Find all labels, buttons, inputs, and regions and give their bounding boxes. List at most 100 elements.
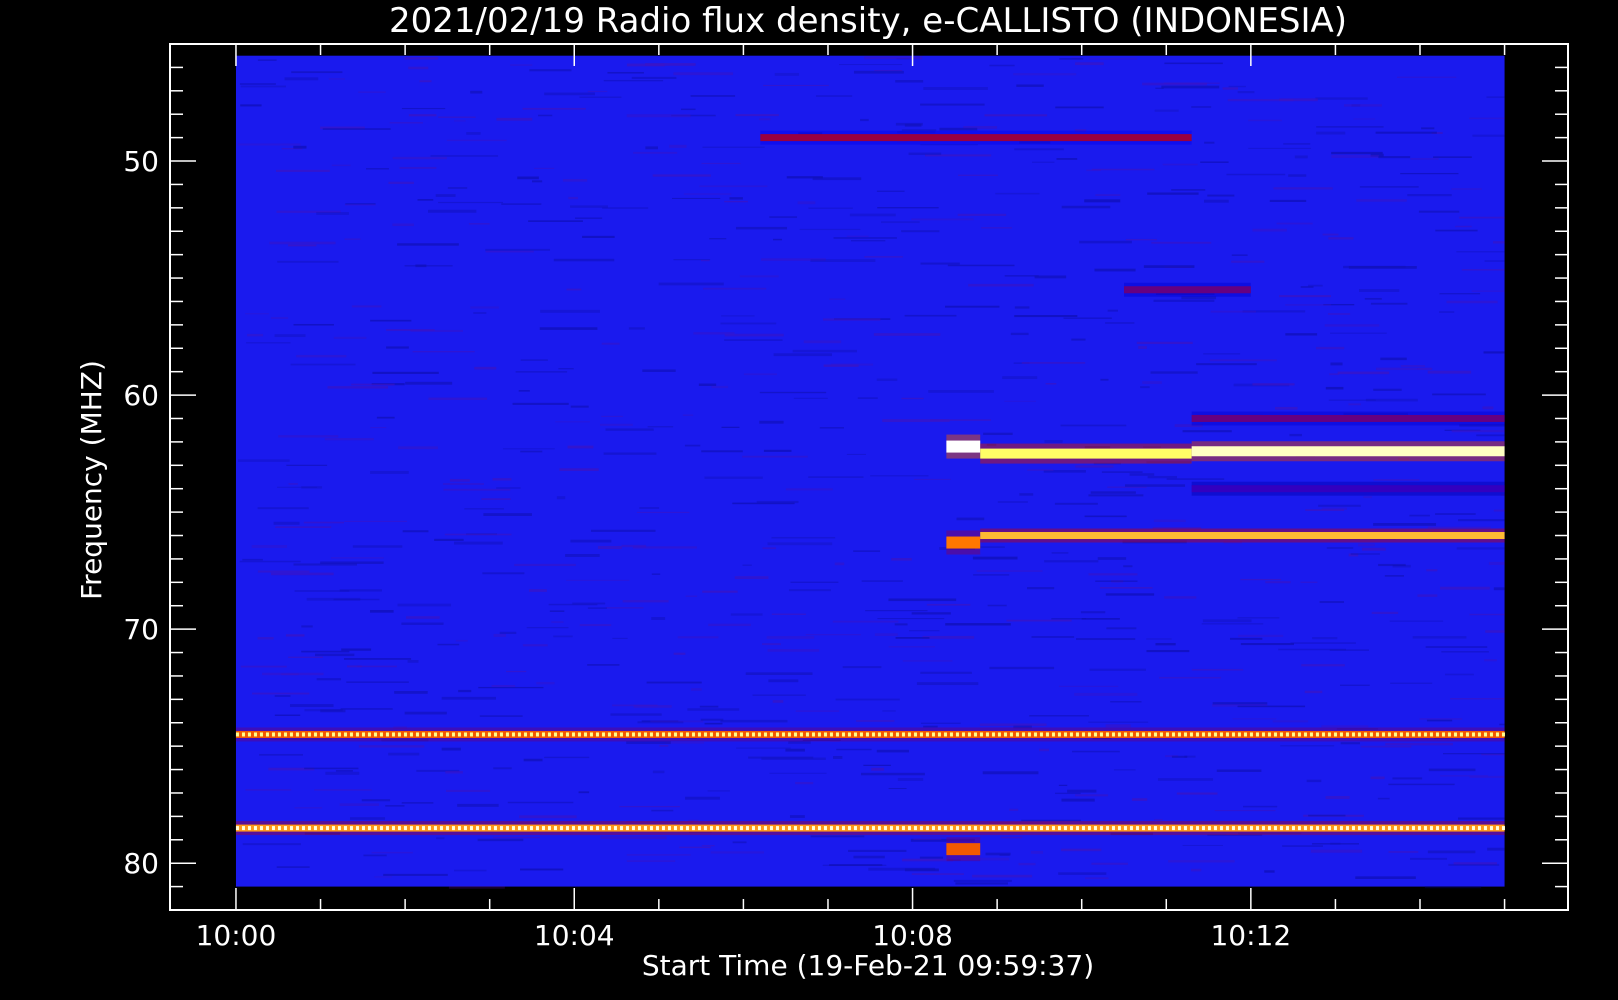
heatmap-noise-streak bbox=[514, 563, 576, 567]
heatmap-noise-streak bbox=[349, 817, 386, 820]
heatmap-noise-streak bbox=[808, 207, 853, 209]
feature-dot bbox=[1339, 826, 1343, 831]
heatmap-noise-streak bbox=[293, 145, 307, 149]
heatmap-noise-streak bbox=[1373, 388, 1402, 391]
feature-dot bbox=[385, 732, 389, 737]
heatmap-noise-streak bbox=[1407, 194, 1452, 197]
heatmap-noise-streak bbox=[1265, 581, 1291, 584]
heatmap-noise-streak bbox=[680, 108, 696, 111]
feature-dot bbox=[1381, 732, 1385, 737]
heatmap-noise-streak bbox=[1482, 406, 1494, 410]
heatmap-noise-streak bbox=[835, 698, 900, 701]
heatmap-noise-streak bbox=[399, 166, 437, 169]
heatmap-noise-streak bbox=[1051, 618, 1087, 620]
heatmap-noise-streak bbox=[1191, 106, 1212, 108]
heatmap-noise-streak bbox=[795, 710, 840, 712]
feature-dot bbox=[1267, 732, 1271, 737]
heatmap-noise-streak bbox=[1441, 650, 1489, 653]
heatmap-noise-streak bbox=[891, 558, 912, 561]
feature-dot bbox=[985, 732, 989, 737]
feature-dot bbox=[541, 732, 545, 737]
heatmap-noise-streak bbox=[1051, 552, 1069, 554]
heatmap-noise-streak bbox=[528, 220, 583, 222]
heatmap-noise-streak bbox=[363, 854, 387, 857]
feature-dot bbox=[1447, 732, 1451, 737]
heatmap-noise-streak bbox=[785, 748, 805, 752]
heatmap-noise-streak bbox=[482, 572, 525, 575]
feature-dot bbox=[1087, 732, 1091, 737]
feature-dot bbox=[1363, 732, 1367, 737]
feature-dot bbox=[775, 732, 779, 737]
feature-dot bbox=[325, 826, 329, 831]
heatmap-noise-streak bbox=[1300, 286, 1314, 288]
heatmap-noise-streak bbox=[1248, 119, 1282, 122]
heatmap-noise-streak bbox=[553, 635, 573, 638]
feature-dot bbox=[1195, 732, 1199, 737]
heatmap-noise-streak bbox=[979, 857, 1010, 861]
heatmap-noise-streak bbox=[343, 658, 412, 660]
heatmap-noise-streak bbox=[1019, 493, 1034, 496]
heatmap-noise-streak bbox=[771, 613, 806, 616]
feature-dot bbox=[871, 826, 875, 831]
feature-dot bbox=[259, 732, 263, 737]
feature-dot bbox=[421, 732, 425, 737]
heatmap-noise-streak bbox=[239, 83, 276, 85]
feature-dot bbox=[319, 732, 323, 737]
heatmap-noise-streak bbox=[257, 570, 310, 573]
heatmap-noise-streak bbox=[404, 264, 453, 267]
heatmap-noise-streak bbox=[1450, 698, 1505, 700]
feature-dot bbox=[961, 732, 965, 737]
heatmap-noise-streak bbox=[1417, 594, 1438, 597]
feature-dot bbox=[571, 826, 575, 831]
heatmap-noise-streak bbox=[1285, 304, 1331, 306]
heatmap-noise-streak bbox=[1248, 147, 1312, 149]
heatmap-noise-streak bbox=[601, 415, 623, 418]
feature-dot bbox=[1129, 732, 1133, 737]
heatmap-noise-streak bbox=[743, 373, 777, 376]
heatmap-noise-streak bbox=[470, 90, 483, 94]
heatmap-noise-streak bbox=[1123, 565, 1133, 568]
feature-dot bbox=[535, 826, 539, 831]
heatmap-noise-streak bbox=[789, 815, 805, 818]
heatmap-noise-streak bbox=[1318, 504, 1361, 507]
heatmap-noise-streak bbox=[785, 488, 833, 491]
heatmap-noise-streak bbox=[408, 66, 429, 70]
heatmap-noise-streak bbox=[1164, 596, 1197, 599]
heatmap-noise-streak bbox=[344, 204, 376, 206]
heatmap-noise-streak bbox=[626, 741, 671, 745]
feature-dot bbox=[685, 826, 689, 831]
heatmap-noise-streak bbox=[301, 625, 313, 628]
heatmap-noise-streak bbox=[920, 103, 985, 106]
heatmap-noise-streak bbox=[920, 722, 961, 724]
heatmap-noise-streak bbox=[1094, 268, 1136, 272]
heatmap-noise-streak bbox=[626, 860, 676, 862]
heatmap-noise-streak bbox=[1154, 109, 1179, 112]
feature-dot bbox=[1153, 826, 1157, 831]
feature-dot bbox=[799, 826, 803, 831]
heatmap-noise-streak bbox=[797, 201, 816, 205]
heatmap-noise-streak bbox=[853, 550, 881, 552]
heatmap-noise-streak bbox=[823, 364, 859, 367]
feature-dot bbox=[355, 732, 359, 737]
heatmap-noise-streak bbox=[1196, 363, 1257, 366]
feature-dot bbox=[811, 826, 815, 831]
feature-dot bbox=[331, 732, 335, 737]
heatmap-noise-streak bbox=[759, 420, 784, 424]
heatmap-noise-streak bbox=[1162, 163, 1198, 166]
heatmap-noise-streak bbox=[517, 176, 539, 180]
heatmap-noise-streak bbox=[496, 487, 521, 489]
feature-dot bbox=[1201, 732, 1205, 737]
heatmap-feature-band bbox=[1123, 282, 1251, 297]
heatmap-noise-streak bbox=[1439, 293, 1481, 295]
heatmap-noise-streak bbox=[972, 556, 1018, 560]
heatmap-noise-streak bbox=[919, 856, 944, 859]
feature-dot bbox=[1375, 732, 1379, 737]
heatmap-noise-streak bbox=[341, 648, 372, 651]
feature-dot bbox=[1429, 826, 1433, 831]
feature-dot bbox=[1339, 732, 1343, 737]
feature-dot bbox=[703, 826, 707, 831]
feature-dot bbox=[901, 732, 905, 737]
feature-dot bbox=[811, 732, 815, 737]
feature-dot bbox=[1195, 826, 1199, 831]
heatmap-noise-streak bbox=[642, 369, 676, 372]
